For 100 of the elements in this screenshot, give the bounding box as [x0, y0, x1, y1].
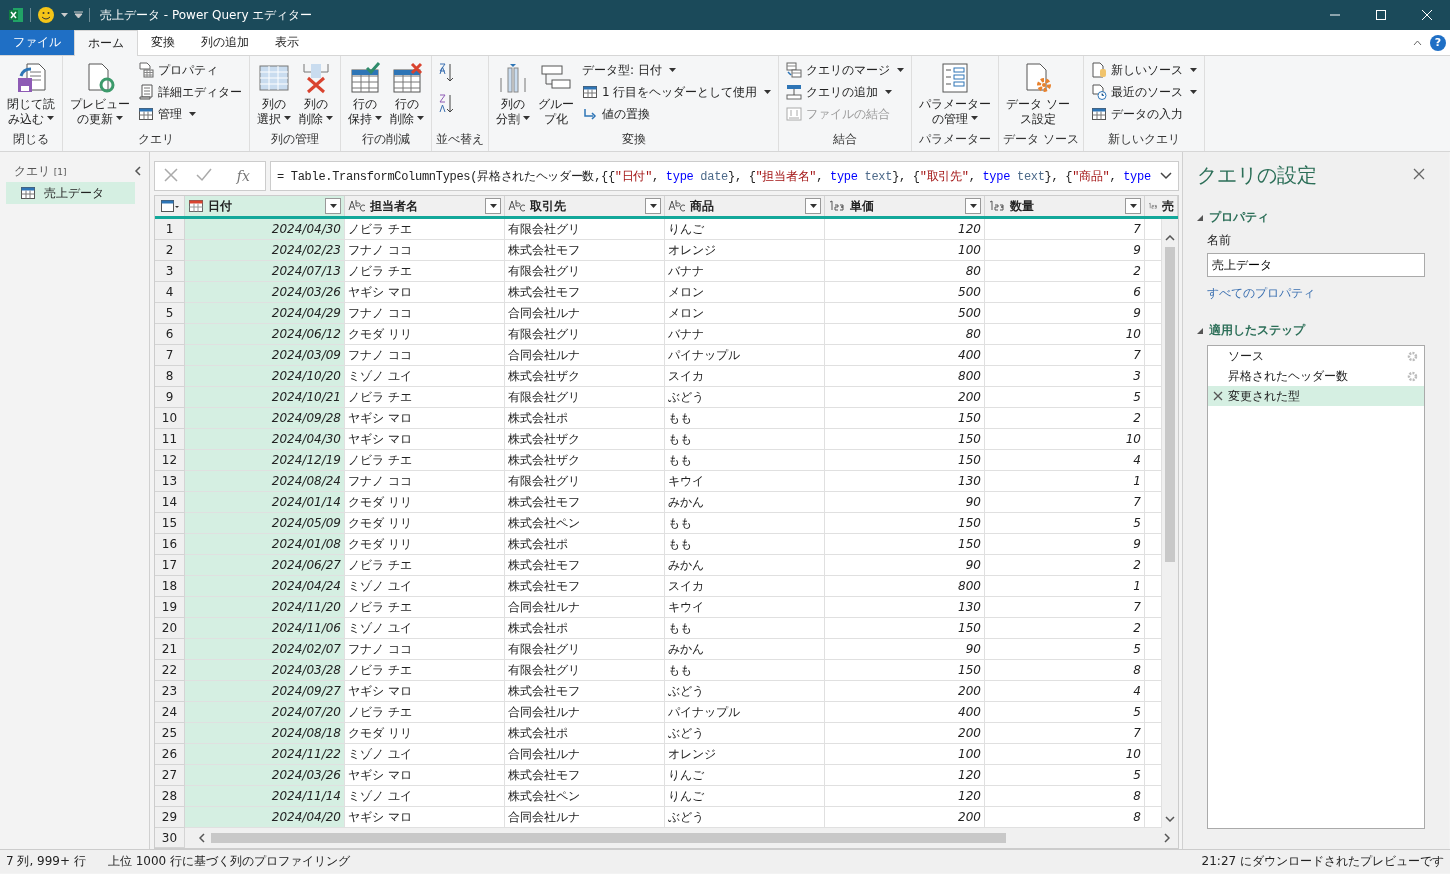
group-label: 行の削減 [361, 131, 411, 148]
caret-icon [971, 116, 979, 120]
ribbon-button[interactable]: 新しいソース [1088, 60, 1201, 80]
filter-dropdown-button[interactable] [965, 198, 981, 214]
applied-step[interactable]: ソース [1208, 346, 1424, 366]
formula-field[interactable]: = Table.TransformColumnTypes(昇格されたヘッダー数,{{"日付", type date}, {"担当者名", type text}, {"取引先", type text}, {"商品", type [270, 161, 1179, 191]
table-cell: 10 [985, 429, 1145, 450]
table-cell: 80 [825, 261, 985, 282]
row-number: 25 [155, 723, 185, 744]
table-cell: 5 [985, 639, 1145, 660]
applied-step[interactable]: 昇格されたヘッダー数 [1208, 366, 1424, 386]
table-cell: 100 [825, 240, 985, 261]
ribbon-tab[interactable]: 表示 [262, 30, 312, 55]
ribbon-button[interactable]: 値の置換 [579, 104, 775, 124]
delete-step-icon[interactable] [1213, 391, 1223, 401]
append-icon [786, 84, 803, 100]
filter-dropdown-button[interactable] [645, 198, 661, 214]
table-cell: 2024/07/13 [185, 261, 345, 282]
ribbon-button[interactable]: 列の 選択 [254, 60, 294, 129]
table-cell: 2024/09/27 [185, 681, 345, 702]
column-header[interactable]: 日付 [185, 196, 345, 216]
table-cell: ノビラ チエ [345, 702, 505, 723]
collapse-ribbon-icon[interactable] [1413, 39, 1422, 46]
column-header[interactable]: 数量 [985, 196, 1145, 216]
table-cell: クモダ リリ [345, 534, 505, 555]
table-icon [138, 106, 154, 122]
smiley-icon[interactable] [37, 6, 55, 24]
ribbon-tab[interactable]: 列の追加 [188, 30, 262, 55]
ribbon-button[interactable]: 行の 削除 [387, 60, 427, 129]
group-label: 閉じる [12, 131, 50, 148]
table-cell: 株式会社ザク [505, 429, 665, 450]
ribbon-button[interactable]: データ型: 日付 [579, 60, 775, 80]
table-cell: 4 [985, 450, 1145, 471]
table-cell: 800 [825, 576, 985, 597]
table-cell: スイカ [665, 366, 825, 387]
filter-dropdown-button[interactable] [1125, 198, 1141, 214]
filter-dropdown-button[interactable] [485, 198, 501, 214]
status-text: 上位 1000 行に基づく列のプロファイリング [107, 853, 351, 870]
ribbon-button[interactable]: 列の 削除 [296, 60, 336, 129]
text-type-icon [508, 199, 526, 213]
table-cell: 200 [825, 723, 985, 744]
query-item[interactable]: 売上データ [6, 182, 135, 204]
ribbon-button[interactable]: データ ソー ス設定 [1003, 60, 1074, 129]
ribbon-button[interactable]: 最近のソース [1088, 82, 1201, 102]
ribbon-button[interactable]: プロパティ [135, 60, 245, 80]
column-header[interactable]: 単価 [825, 196, 985, 216]
ribbon-tab[interactable]: ホーム [74, 30, 138, 56]
spreadsheet-logo-icon[interactable] [8, 7, 24, 23]
horizontal-scrollbar[interactable] [185, 828, 1178, 848]
customize-toolbar-icon[interactable] [74, 11, 83, 19]
ribbon-button[interactable]: パラメーター の管理 [916, 60, 995, 129]
table-cell: 有限会社グリ [505, 660, 665, 681]
table-cell: りんご [665, 219, 825, 240]
ribbon-button[interactable]: 列の 分割 [493, 60, 533, 129]
close-icon [1422, 10, 1432, 20]
row-number: 19 [155, 597, 185, 618]
ribbon-button[interactable]: クエリの追加 [783, 82, 908, 102]
ribbon-button[interactable]: 1 行目をヘッダーとして使用 [579, 82, 775, 102]
scroll-left-icon[interactable] [199, 833, 205, 843]
table-cell: 2024/03/26 [185, 282, 345, 303]
table-cell: 1 [985, 576, 1145, 597]
scroll-down-icon[interactable] [1165, 816, 1175, 822]
ribbon-button[interactable]: 閉じて読 み込む [4, 60, 58, 129]
table-cell: 90 [825, 492, 985, 513]
ribbon-button[interactable]: 詳細エディター [135, 82, 245, 102]
table-icon [1091, 106, 1108, 122]
collapse-pane-icon[interactable] [134, 166, 141, 176]
vertical-scrollbar[interactable] [1162, 219, 1178, 828]
collapse-triangle-icon[interactable] [1197, 327, 1203, 334]
scroll-up-icon[interactable] [1165, 235, 1175, 241]
number-type-icon [988, 199, 1006, 213]
filter-dropdown-button[interactable] [805, 198, 821, 214]
ribbon-button[interactable]: 管理 [135, 104, 245, 124]
scroll-thumb[interactable] [211, 833, 1006, 843]
column-header[interactable]: 担当者名 [345, 196, 505, 216]
expand-icon[interactable] [1160, 172, 1172, 180]
name-field[interactable]: 売上データ [1207, 253, 1425, 277]
caret-icon [326, 116, 333, 120]
ribbon-button[interactable]: グルー プ化 [535, 60, 577, 129]
insert-function-button[interactable]: fx [230, 167, 256, 185]
scroll-thumb[interactable] [1165, 247, 1175, 562]
caret-icon[interactable] [61, 13, 68, 17]
filter-dropdown-button[interactable] [325, 198, 341, 214]
ribbon-button[interactable]: 行の 保持 [345, 60, 385, 129]
help-button[interactable]: ? [1430, 34, 1446, 51]
ribbon-tab[interactable]: 変換 [138, 30, 188, 55]
scroll-right-icon[interactable] [1164, 833, 1170, 843]
caret-icon [668, 68, 676, 72]
column-header[interactable]: 取引先 [505, 196, 665, 216]
applied-step[interactable]: 変更された型 [1208, 386, 1424, 406]
ribbon-button[interactable]: データの入力 [1088, 104, 1201, 124]
column-header[interactable]: 商品 [665, 196, 825, 216]
table-cell: ヤギシ マロ [345, 429, 505, 450]
ribbon-button[interactable]: プレビュー の更新 [67, 60, 133, 129]
ribbon-tab[interactable]: ファイル [0, 30, 74, 55]
all-properties-link[interactable]: すべてのプロパティ [1207, 285, 1425, 302]
table-cell: 9 [985, 240, 1145, 261]
column-header[interactable]: 売 [1145, 196, 1178, 216]
collapse-triangle-icon[interactable] [1197, 214, 1203, 221]
ribbon-button[interactable]: クエリのマージ [783, 60, 908, 80]
